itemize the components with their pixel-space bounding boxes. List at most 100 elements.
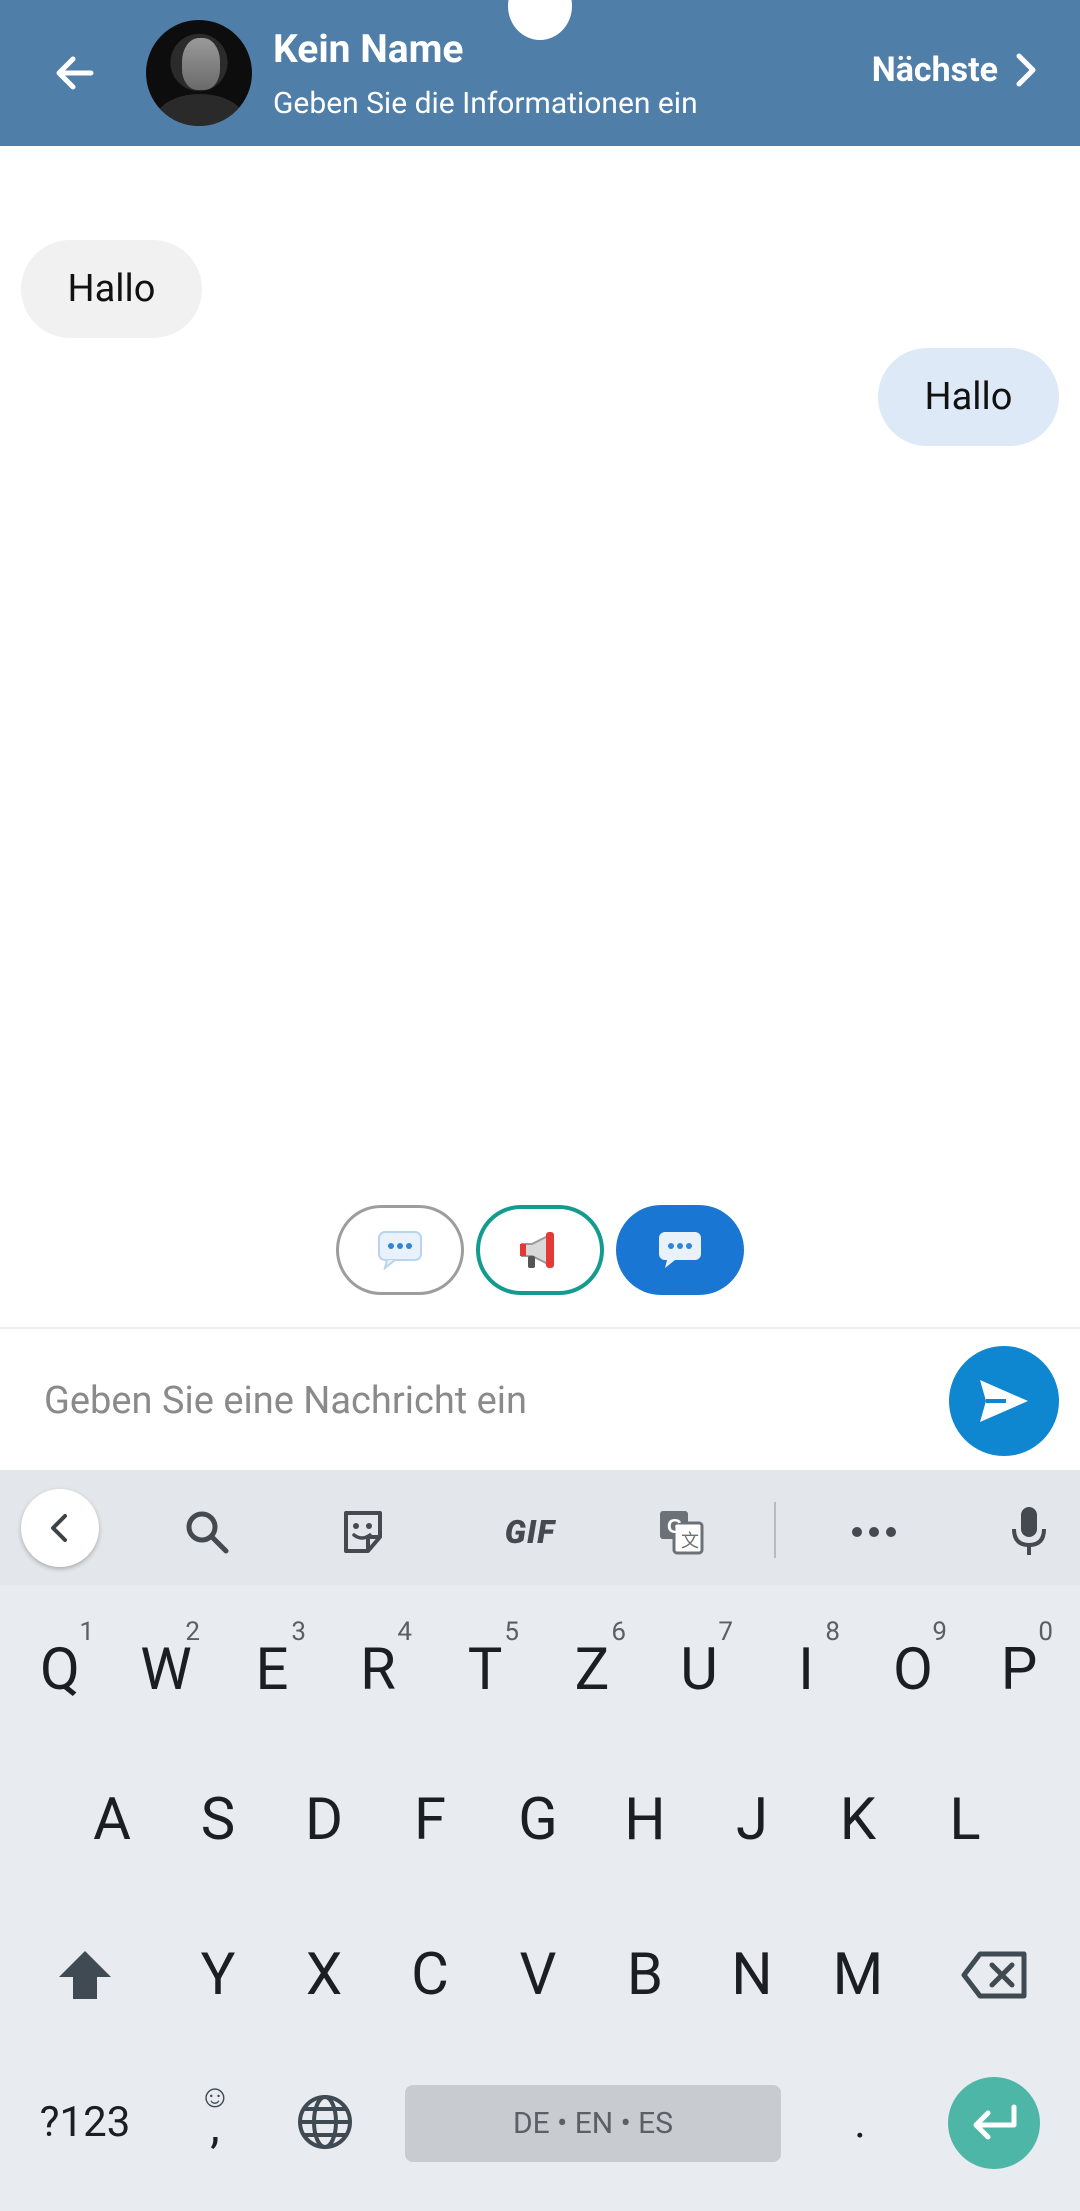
svg-text:文: 文 [681,1531,699,1552]
symbols-key[interactable]: ?123 [22,2077,148,2167]
period-key[interactable]: . [825,2077,895,2167]
keyboard-search-button[interactable] [167,1492,247,1572]
key-k[interactable]: K [818,1775,898,1865]
key-t[interactable]: T5 [445,1617,525,1715]
key-letter: N [731,1941,773,2009]
sticker-button[interactable] [323,1492,403,1572]
megaphone-icon [520,1232,554,1268]
key-g[interactable]: G [498,1775,578,1865]
key-letter: K [839,1786,877,1854]
key-e[interactable]: E3 [232,1617,312,1715]
key-hint: 8 [825,1617,840,1647]
sticker-icon [344,1511,382,1553]
key-u[interactable]: U7 [659,1617,739,1715]
key-letter: H [624,1786,666,1854]
backspace-key[interactable] [950,1930,1040,2020]
key-letter: D [304,1786,344,1854]
key-l[interactable]: L [925,1775,1005,1865]
period-label: . [854,2096,866,2148]
key-letter: Q [40,1636,80,1704]
key-f[interactable]: F [390,1775,470,1865]
avatar-face [182,38,220,90]
space-key[interactable]: DE • EN • ES [405,2085,781,2162]
key-y[interactable]: Y [178,1930,258,2020]
key-h[interactable]: H [605,1775,685,1865]
shift-key[interactable] [40,1930,130,2020]
collapse-toolbar-button[interactable] [21,1489,99,1567]
key-letter: A [93,1786,131,1854]
contact-subtitle[interactable]: Geben Sie die Informationen ein [273,86,698,121]
key-letter: Z [574,1636,610,1704]
key-hint: 7 [718,1617,733,1647]
chevron-right-icon [1016,53,1036,87]
key-hint: 0 [1038,1617,1053,1647]
speech-bubble-icon [659,1232,701,1268]
send-icon [980,1380,1028,1422]
translate-button[interactable]: G 文 [641,1492,721,1572]
key-d[interactable]: D [284,1775,364,1865]
key-b[interactable]: B [605,1930,685,2020]
send-button[interactable] [949,1346,1059,1456]
key-hint: 4 [397,1617,412,1647]
key-a[interactable]: A [72,1775,152,1865]
key-letter: Y [200,1941,236,2009]
enter-icon [973,2104,1017,2140]
language-key[interactable] [285,2077,365,2167]
key-j[interactable]: J [712,1775,792,1865]
key-letter: L [949,1786,981,1854]
key-x[interactable]: X [284,1930,364,2020]
search-icon [186,1511,229,1554]
key-z[interactable]: Z6 [552,1617,632,1715]
message-mode-button[interactable] [616,1205,744,1295]
globe-icon [298,2095,352,2149]
key-letter: X [305,1941,343,2009]
key-letter: P [1000,1636,1038,1704]
key-letter: B [626,1941,664,2009]
key-m[interactable]: M [818,1930,898,2020]
key-v[interactable]: V [498,1930,578,2020]
translate-icon: G 文 [660,1511,704,1555]
mic-icon [1012,1507,1046,1555]
keyboard-toolbar: GIF G 文 [0,1470,1080,1585]
next-label: Nächste [871,50,998,90]
broadcast-mode-button[interactable] [476,1205,604,1295]
key-letter: O [893,1636,933,1704]
key-letter: E [255,1636,289,1704]
arrow-left-icon [56,56,94,90]
key-letter: G [518,1786,558,1854]
message-text: Hallo [67,267,156,311]
key-hint: 6 [611,1617,626,1647]
key-p[interactable]: P0 [979,1617,1059,1715]
comma-key[interactable]: ☺ , [185,2077,245,2167]
key-letter: M [832,1941,884,2009]
chat-mode-button[interactable] [336,1205,464,1295]
voice-input-button[interactable] [989,1492,1069,1572]
key-i[interactable]: I8 [766,1617,846,1715]
more-icon [852,1527,896,1537]
comma-label: , [210,2097,220,2154]
avatar[interactable] [146,20,252,126]
key-s[interactable]: S [178,1775,258,1865]
enter-key[interactable] [948,2077,1040,2169]
key-r[interactable]: R4 [338,1617,418,1715]
chevron-left-icon [51,1514,67,1542]
message-input[interactable] [42,1362,926,1440]
avatar-shoulders [156,94,244,126]
shift-icon [59,1951,111,1999]
message-outgoing[interactable]: Hallo [878,348,1059,446]
gif-button[interactable]: GIF [480,1492,580,1572]
more-button[interactable] [834,1492,914,1572]
key-letter: R [360,1636,396,1704]
key-n[interactable]: N [712,1930,792,2020]
key-hint: 3 [291,1617,306,1647]
key-c[interactable]: C [390,1930,470,2020]
contact-name[interactable]: Kein Name [273,26,463,72]
back-button[interactable] [40,38,110,108]
key-o[interactable]: O9 [873,1617,953,1715]
key-q[interactable]: Q1 [20,1617,100,1715]
message-incoming[interactable]: Hallo [21,240,202,338]
key-w[interactable]: W2 [126,1617,206,1715]
key-letter: I [798,1636,814,1704]
key-letter: V [519,1941,557,2009]
next-button[interactable]: Nächste [872,50,1040,90]
